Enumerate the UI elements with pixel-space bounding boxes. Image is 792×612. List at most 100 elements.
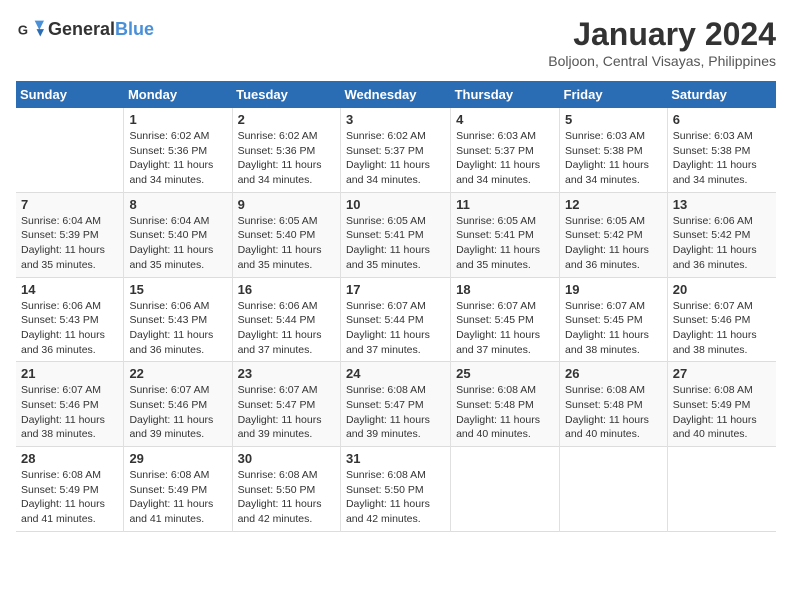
cell-content: Daylight: 11 hours xyxy=(673,328,771,343)
cell-content: Daylight: 11 hours xyxy=(456,158,554,173)
day-number: 15 xyxy=(129,282,226,297)
cell-content: Sunset: 5:48 PM xyxy=(456,398,554,413)
cell-content: Sunset: 5:47 PM xyxy=(238,398,335,413)
day-number: 4 xyxy=(456,112,554,127)
calendar-cell: 26Sunrise: 6:08 AMSunset: 5:48 PMDayligh… xyxy=(560,362,668,447)
cell-content: Sunrise: 6:04 AM xyxy=(129,214,226,229)
day-number: 26 xyxy=(565,366,662,381)
title-block: January 2024 Boljoon, Central Visayas, P… xyxy=(548,16,776,69)
cell-content: Sunrise: 6:08 AM xyxy=(238,468,335,483)
day-number: 20 xyxy=(673,282,771,297)
cell-content: and 37 minutes. xyxy=(456,343,554,358)
cell-content: Sunset: 5:49 PM xyxy=(21,483,118,498)
cell-content: Sunset: 5:41 PM xyxy=(346,228,445,243)
cell-content: Sunrise: 6:08 AM xyxy=(673,383,771,398)
cell-content: Sunrise: 6:05 AM xyxy=(456,214,554,229)
cell-content: Daylight: 11 hours xyxy=(21,413,118,428)
day-number: 29 xyxy=(129,451,226,466)
cell-content: Sunset: 5:45 PM xyxy=(456,313,554,328)
day-number: 3 xyxy=(346,112,445,127)
cell-content: Sunrise: 6:08 AM xyxy=(129,468,226,483)
calendar-cell: 15 Sunrise: 6:06 AMSunset: 5:43 PMDayligh… xyxy=(124,277,232,362)
cell-content: Daylight: 11 hours xyxy=(456,413,554,428)
cell-content: Sunset: 5:37 PM xyxy=(346,144,445,159)
cell-content: Sunset: 5:38 PM xyxy=(673,144,771,159)
day-number: 6 xyxy=(673,112,771,127)
day-number: 17 xyxy=(346,282,445,297)
cell-content: Sunset: 5:50 PM xyxy=(238,483,335,498)
cell-content: Sunset: 5:44 PM xyxy=(346,313,445,328)
cell-content: Sunrise: 6:08 AM xyxy=(456,383,554,398)
cell-content: and 34 minutes. xyxy=(565,173,662,188)
calendar-cell: 2Sunrise: 6:02 AMSunset: 5:36 PMDaylight… xyxy=(232,108,340,192)
logo: G GeneralBlue xyxy=(16,16,154,44)
cell-content: and 40 minutes. xyxy=(565,427,662,442)
day-number: 12 xyxy=(565,197,662,212)
cell-content: and 39 minutes. xyxy=(129,427,226,442)
cell-content: Sunrise: 6:07 AM xyxy=(673,299,771,314)
cell-content: Daylight: 11 hours xyxy=(346,328,445,343)
day-number: 10 xyxy=(346,197,445,212)
calendar-cell: 9Sunrise: 6:05 AMSunset: 5:40 PMDaylight… xyxy=(232,192,340,277)
logo-icon: G xyxy=(16,16,44,44)
cell-content: and 35 minutes. xyxy=(456,258,554,273)
calendar-header-cell: Wednesday xyxy=(340,81,450,108)
cell-content: Sunrise: 6:04 AM xyxy=(21,214,118,229)
cell-content: Sunset: 5:45 PM xyxy=(565,313,662,328)
cell-content: Sunrise: 6:06 AM xyxy=(129,299,226,314)
day-number: 7 xyxy=(21,197,118,212)
cell-content: Sunset: 5:37 PM xyxy=(456,144,554,159)
calendar-cell: 6Sunrise: 6:03 AMSunset: 5:38 PMDaylight… xyxy=(667,108,776,192)
cell-content: and 34 minutes. xyxy=(129,173,226,188)
cell-content: and 38 minutes. xyxy=(673,343,771,358)
cell-content: Daylight: 11 hours xyxy=(129,158,226,173)
calendar-header-cell: Saturday xyxy=(667,81,776,108)
cell-content: Sunrise: 6:02 AM xyxy=(346,129,445,144)
day-number: 18 xyxy=(456,282,554,297)
cell-content: Sunrise: 6:05 AM xyxy=(238,214,335,229)
cell-content: Sunset: 5:43 PM xyxy=(129,313,226,328)
cell-content: Sunrise: 6:07 AM xyxy=(565,299,662,314)
calendar-cell: 13Sunrise: 6:06 AMSunset: 5:42 PMDayligh… xyxy=(667,192,776,277)
calendar-cell: 29 Sunrise: 6:08 AMSunset: 5:49 PMDayligh… xyxy=(124,447,232,532)
calendar-week-row: 1Sunrise: 6:02 AMSunset: 5:36 PMDaylight… xyxy=(16,108,776,192)
calendar-header-cell: Tuesday xyxy=(232,81,340,108)
calendar-cell: 24Sunrise: 6:08 AMSunset: 5:47 PMDayligh… xyxy=(340,362,450,447)
cell-content: and 39 minutes. xyxy=(238,427,335,442)
cell-content: Daylight: 11 hours xyxy=(346,413,445,428)
cell-content: and 34 minutes. xyxy=(673,173,771,188)
cell-content: Sunrise: 6:07 AM xyxy=(346,299,445,314)
cell-content: Sunset: 5:40 PM xyxy=(129,228,226,243)
cell-content: Sunrise: 6:05 AM xyxy=(346,214,445,229)
svg-text:G: G xyxy=(18,23,28,38)
day-number: 1 xyxy=(129,112,226,127)
calendar-cell xyxy=(16,108,124,192)
calendar-cell: 11Sunrise: 6:05 AMSunset: 5:41 PMDayligh… xyxy=(451,192,560,277)
cell-content: Daylight: 11 hours xyxy=(673,413,771,428)
cell-content: and 37 minutes. xyxy=(346,343,445,358)
cell-content: Sunrise: 6:07 AM xyxy=(129,383,226,398)
cell-content: Daylight: 11 hours xyxy=(238,243,335,258)
cell-content: and 36 minutes. xyxy=(673,258,771,273)
location: Boljoon, Central Visayas, Philippines xyxy=(548,53,776,69)
day-number: 31 xyxy=(346,451,445,466)
cell-content: Sunset: 5:40 PM xyxy=(238,228,335,243)
day-number: 2 xyxy=(238,112,335,127)
calendar-cell: 30Sunrise: 6:08 AMSunset: 5:50 PMDayligh… xyxy=(232,447,340,532)
cell-content: Daylight: 11 hours xyxy=(673,243,771,258)
cell-content: Sunrise: 6:03 AM xyxy=(456,129,554,144)
cell-content: Daylight: 11 hours xyxy=(129,413,226,428)
cell-content: Sunset: 5:42 PM xyxy=(673,228,771,243)
cell-content: Daylight: 11 hours xyxy=(129,328,226,343)
cell-content: and 38 minutes. xyxy=(565,343,662,358)
cell-content: Daylight: 11 hours xyxy=(129,497,226,512)
cell-content: Daylight: 11 hours xyxy=(456,243,554,258)
cell-content: and 34 minutes. xyxy=(238,173,335,188)
cell-content: Sunset: 5:49 PM xyxy=(129,483,226,498)
calendar-body: 1Sunrise: 6:02 AMSunset: 5:36 PMDaylight… xyxy=(16,108,776,531)
cell-content: Sunrise: 6:08 AM xyxy=(21,468,118,483)
cell-content: and 41 minutes. xyxy=(21,512,118,527)
day-number: 28 xyxy=(21,451,118,466)
cell-content: Sunrise: 6:07 AM xyxy=(21,383,118,398)
cell-content: Sunset: 5:46 PM xyxy=(21,398,118,413)
